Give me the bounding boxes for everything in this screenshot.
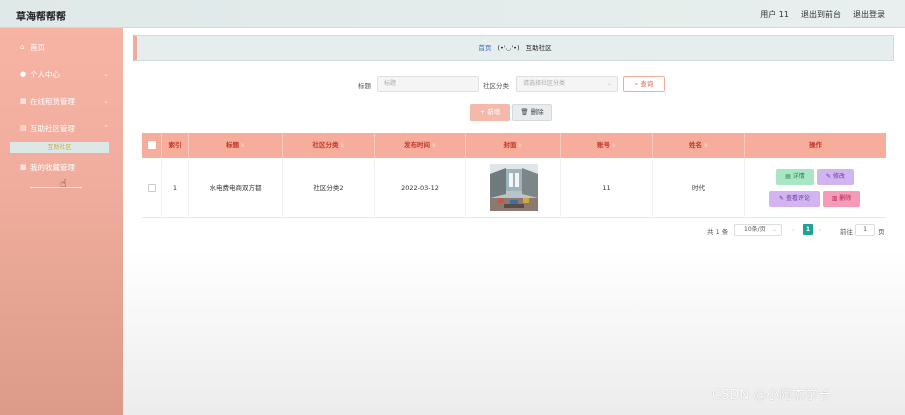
column-title: 账号: [597, 141, 611, 149]
breadcrumb-home[interactable]: 首页: [478, 44, 491, 52]
next-page-icon[interactable]: ›: [819, 226, 822, 234]
edit-label: 修改: [832, 173, 845, 180]
grid-icon: ▦: [20, 97, 27, 105]
view-comments-button[interactable]: ✎ 查看评论: [769, 191, 820, 207]
row-checkbox[interactable]: [148, 184, 156, 192]
search-icon: ⌕: [634, 80, 639, 88]
sort-icon: ⇅: [702, 143, 708, 149]
sidebar-item-label: 互助社区管理: [30, 123, 75, 133]
cell-name: 时代: [653, 158, 745, 218]
page-number-current[interactable]: 1: [803, 224, 813, 235]
grid-icon: ▦: [20, 163, 27, 171]
sort-icon: ⇅: [239, 143, 245, 149]
detail-label: 详情: [792, 173, 805, 180]
column-header[interactable]: 发布时间 ⇅: [375, 133, 466, 158]
prev-page-icon[interactable]: ‹: [792, 226, 795, 234]
trash-icon: 🗑︎: [520, 108, 529, 116]
column-header[interactable]: 账号 ⇅: [561, 133, 653, 158]
column-title: 发布时间: [404, 141, 431, 149]
search-button[interactable]: ⌕ 查询: [623, 76, 665, 92]
category-label: 社区分类: [483, 82, 509, 90]
edit-icon: ✎: [826, 173, 832, 180]
page-size-value: 10条/页: [744, 226, 766, 233]
select-all-cell: [142, 133, 162, 158]
select-all-checkbox[interactable]: [148, 141, 156, 149]
goto-page-value: 1: [863, 226, 867, 233]
sort-icon: ⇅: [430, 143, 436, 149]
page-size-select[interactable]: 10条/页 ⌄: [734, 224, 782, 236]
sidebar-item-community[interactable]: ▤ 互助社区管理 ⌃: [0, 115, 123, 141]
sort-icon: ⇅: [610, 143, 616, 149]
chevron-down-icon: ⌄: [606, 80, 612, 87]
chevron-down-icon: ⌄: [771, 226, 777, 233]
table-header: 索引 标题 ⇅ 社区分类 ⇅ 发布时间 ⇅ 封面 ⇅ 账号 ⇅ 姓名 ⇅ 操作: [142, 133, 886, 158]
title-input[interactable]: 标题: [377, 76, 479, 92]
trash-icon: ▥: [831, 195, 838, 202]
breadcrumb-current: 互助社区: [525, 44, 552, 52]
chevron-down-icon: ⌄: [103, 97, 109, 105]
batch-delete-button[interactable]: 🗑︎ 删除: [512, 104, 552, 121]
hand-cursor-icon: ☝: [60, 177, 67, 190]
total-count: 共 1 条: [707, 228, 729, 236]
column-header[interactable]: 封面 ⇅: [466, 133, 561, 158]
logout-link[interactable]: 退出登录: [853, 9, 885, 20]
cell-category: 社区分类2: [283, 158, 375, 218]
delete-label: 删除: [839, 195, 852, 202]
column-header[interactable]: 标题 ⇅: [189, 133, 283, 158]
column-title: 标题: [226, 141, 240, 149]
goto-suffix: 页: [878, 228, 885, 236]
folder-icon: ▤: [20, 124, 27, 132]
watermark: CSDN @小阿杰学长: [712, 388, 832, 403]
cell-index: 1: [162, 158, 189, 218]
detail-button[interactable]: ▤ 详情: [776, 169, 814, 185]
title-placeholder: 标题: [384, 80, 397, 87]
comments-label: 查看评论: [785, 195, 810, 202]
search-button-label: 查询: [640, 80, 654, 88]
column-header: 索引: [162, 133, 189, 158]
row-select-cell: [142, 158, 162, 218]
column-title: 姓名: [689, 141, 703, 149]
sidebar-item-label: 我的收藏管理: [30, 162, 75, 172]
edit-button[interactable]: ✎ 修改: [817, 169, 854, 185]
edit-icon: ✎: [779, 195, 785, 202]
row-delete-button[interactable]: ▥ 删除: [823, 191, 860, 207]
breadcrumb: 首页 (•'◡'•) 互助社区: [133, 35, 894, 61]
document-icon: ▤: [785, 173, 791, 180]
top-bar: 草海帮帮帮 用户 11 退出到前台 退出登录: [0, 0, 905, 28]
sidebar-item-label: 在线租赁管理: [30, 96, 75, 106]
sidebar-subitem-community[interactable]: 互助社区: [10, 142, 109, 153]
column-title: 封面: [503, 141, 517, 149]
home-icon: ⌂: [20, 43, 25, 51]
column-header[interactable]: 姓名 ⇅: [653, 133, 745, 158]
divider: [30, 187, 82, 188]
add-button[interactable]: + 新增: [470, 104, 510, 121]
title-label: 标题: [358, 82, 371, 90]
back-to-front-link[interactable]: 退出到前台: [801, 9, 841, 20]
brand-title: 草海帮帮帮: [16, 12, 66, 23]
top-actions: 用户 11 退出到前台 退出登录: [760, 9, 885, 20]
user-label[interactable]: 用户 11: [760, 9, 789, 20]
goto-page-input[interactable]: 1: [855, 224, 875, 236]
sidebar-item-home[interactable]: ⌂ 首页: [0, 34, 123, 60]
column-header[interactable]: 社区分类 ⇅: [283, 133, 375, 158]
cell-date: 2022-03-12: [375, 158, 466, 218]
column-header: 操作: [809, 141, 822, 149]
chevron-up-icon: ⌃: [103, 124, 109, 132]
sidebar-item-label: 首页: [30, 42, 45, 52]
sort-icon: ⇅: [516, 143, 523, 149]
add-button-label: 新增: [487, 108, 501, 116]
sort-icon: ⇅: [338, 143, 345, 149]
goto-label: 前往: [840, 228, 853, 236]
category-select[interactable]: 请选择社区分类 ⌄: [516, 76, 618, 92]
cell-title: 水电费电商双方都: [189, 158, 283, 218]
breadcrumb-emoticon: (•'◡'•): [497, 44, 520, 52]
search-row: 标题 标题 社区分类 请选择社区分类 ⌄ ⌕ 查询: [0, 76, 905, 92]
cover-image[interactable]: [490, 164, 538, 211]
plus-icon: +: [479, 108, 486, 116]
cell-account: 11: [561, 158, 653, 218]
category-placeholder: 请选择社区分类: [523, 80, 566, 87]
table-row: 1 水电费电商双方都 社区分类2 2022-03-12 11 时代 ▤ 详情 ✎…: [142, 158, 886, 218]
column-title: 社区分类: [312, 141, 339, 149]
delete-button-label: 删除: [530, 108, 544, 116]
